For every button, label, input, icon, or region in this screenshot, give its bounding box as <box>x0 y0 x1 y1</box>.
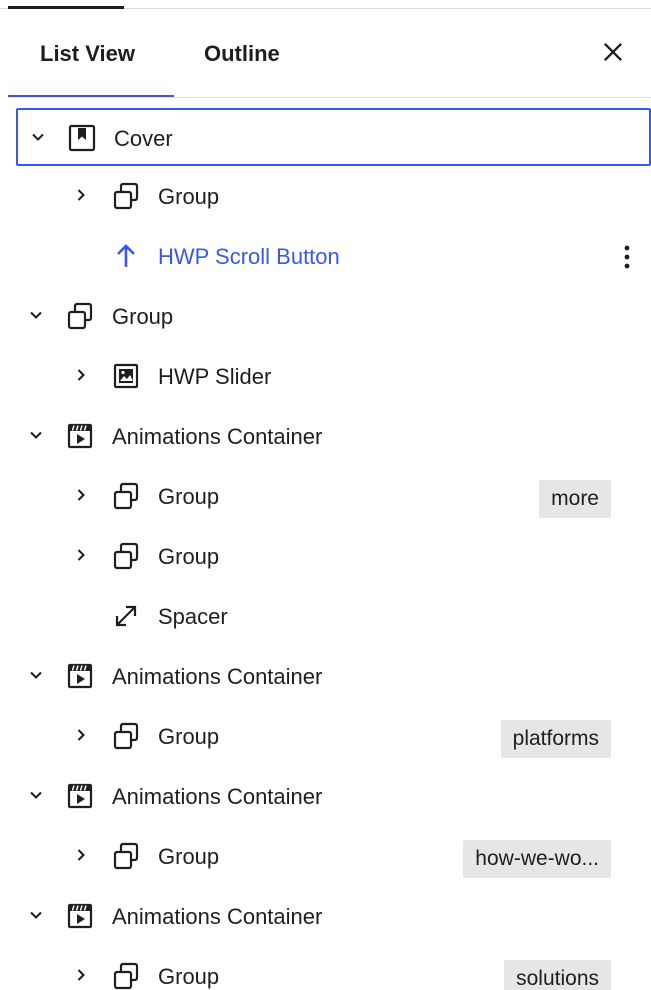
list-item-label: Group <box>158 184 220 209</box>
list-item-label: Group <box>158 484 220 509</box>
animation-icon <box>67 783 93 809</box>
group-icon <box>113 182 139 210</box>
chevron-right-icon[interactable] <box>73 967 89 983</box>
chevron-down-icon[interactable] <box>30 129 46 145</box>
group-icon <box>67 302 93 330</box>
list-item-label: Group <box>158 844 220 869</box>
spacer-icon <box>115 605 137 627</box>
anchor-badge: more <box>539 480 611 518</box>
chevron-down-icon[interactable] <box>28 907 44 923</box>
chevron-right-icon[interactable] <box>73 187 89 203</box>
list-item-animations-container[interactable]: Animations Container <box>16 888 651 946</box>
cover-icon <box>68 124 96 152</box>
list-item-hwp-scroll-button[interactable]: HWP Scroll Button <box>16 228 651 286</box>
list-item-group[interactable]: Group <box>16 288 651 346</box>
list-item-label: HWP Scroll Button <box>158 244 340 269</box>
list-item-spacer[interactable]: Spacer <box>16 588 651 646</box>
list-item-hwp-slider[interactable]: HWP Slider <box>16 348 651 406</box>
list-item-animations-container[interactable]: Animations Container <box>16 408 651 466</box>
list-item-cover[interactable]: Cover <box>16 108 651 166</box>
list-item-label: Animations Container <box>112 424 323 449</box>
list-item-group[interactable]: Group platforms <box>16 708 651 766</box>
list-item-group[interactable]: Group <box>16 168 651 226</box>
list-item-label: Animations Container <box>112 904 323 929</box>
chevron-down-icon[interactable] <box>28 787 44 803</box>
list-item-animations-container[interactable]: Animations Container <box>16 648 651 706</box>
list-item-label: Group <box>158 964 220 989</box>
arrow-up-icon <box>117 244 135 267</box>
tabs-divider <box>8 97 651 98</box>
options-menu-icon[interactable] <box>615 242 639 272</box>
animation-icon <box>67 903 93 929</box>
chevron-down-icon[interactable] <box>28 307 44 323</box>
list-item-label: Animations Container <box>112 784 323 809</box>
chevron-right-icon[interactable] <box>73 847 89 863</box>
animation-icon <box>67 423 93 449</box>
chevron-right-icon[interactable] <box>73 487 89 503</box>
chevron-down-icon[interactable] <box>28 427 44 443</box>
slider-icon <box>113 363 139 389</box>
list-item-label: Cover <box>114 126 173 151</box>
panel-tabs: List View Outline <box>0 20 651 98</box>
group-icon <box>113 842 139 870</box>
chevron-right-icon[interactable] <box>73 367 89 383</box>
group-icon <box>113 542 139 570</box>
list-item-group[interactable]: Group more <box>16 468 651 526</box>
close-icon[interactable] <box>599 38 627 66</box>
animation-icon <box>67 663 93 689</box>
list-item-group[interactable]: Group how-we-wo... <box>16 828 651 886</box>
group-icon <box>113 962 139 990</box>
list-item-label: Group <box>112 304 174 329</box>
chevron-right-icon[interactable] <box>73 727 89 743</box>
list-item-label: Group <box>158 544 220 569</box>
top-tab-indicator <box>8 6 124 9</box>
list-item-label: Animations Container <box>112 664 323 689</box>
anchor-badge: platforms <box>500 720 611 758</box>
anchor-badge: how-we-wo... <box>463 840 611 878</box>
anchor-badge: solutions <box>504 960 611 990</box>
list-item-group[interactable]: Group solutions <box>16 948 651 990</box>
list-item-animations-container[interactable]: Animations Container <box>16 768 651 826</box>
list-item-group[interactable]: Group <box>16 528 651 586</box>
group-icon <box>113 722 139 750</box>
tab-list-view[interactable]: List View <box>40 20 135 98</box>
tab-outline[interactable]: Outline <box>204 20 280 98</box>
group-icon <box>113 482 139 510</box>
list-item-label: Group <box>158 724 220 749</box>
list-item-label: Spacer <box>158 604 228 629</box>
chevron-right-icon[interactable] <box>73 547 89 563</box>
list-item-label: HWP Slider <box>158 364 272 389</box>
chevron-down-icon[interactable] <box>28 667 44 683</box>
